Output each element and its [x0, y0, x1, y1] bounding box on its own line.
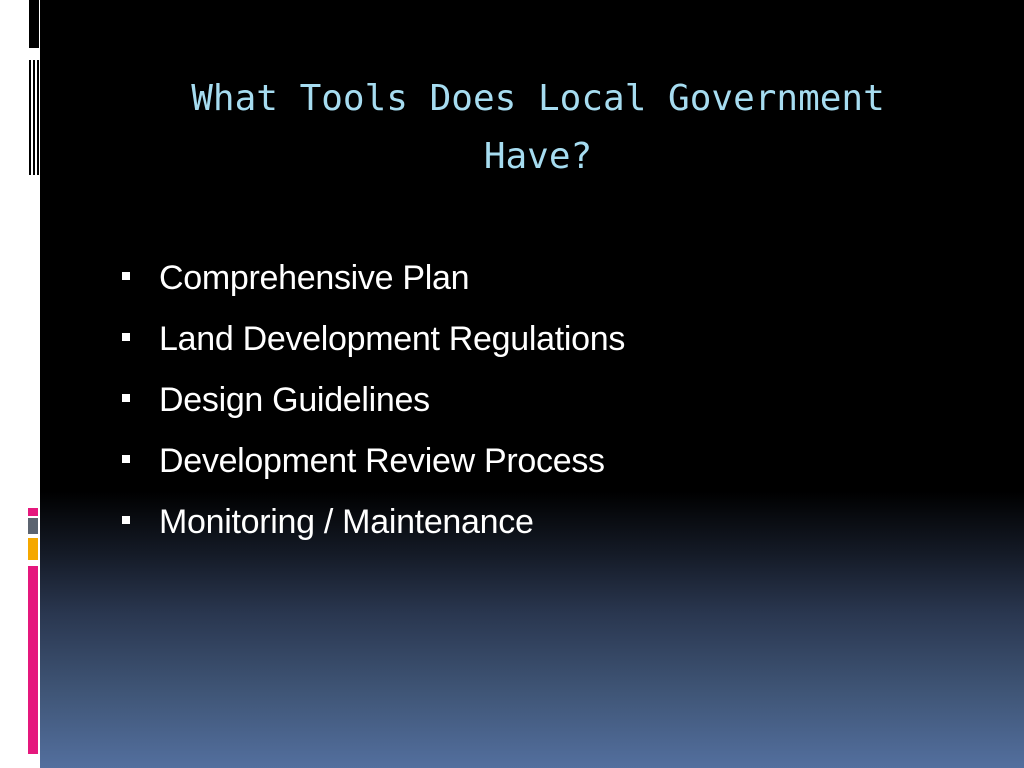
bullet-text: Monitoring / Maintenance	[159, 503, 534, 541]
bullet-text: Design Guidelines	[159, 381, 430, 419]
square-bullet-icon	[122, 454, 130, 463]
square-bullet-icon	[122, 393, 130, 402]
decorative-bar	[33, 60, 35, 175]
decorative-bar-magenta	[28, 508, 38, 516]
bullet-item: Land Development Regulations	[122, 309, 625, 370]
decorative-bar	[29, 0, 39, 48]
decorative-bar-gray	[28, 518, 38, 534]
square-bullet-icon	[122, 515, 130, 524]
square-bullet-icon	[122, 332, 130, 341]
bullet-item: Design Guidelines	[122, 370, 625, 431]
bullet-text: Development Review Process	[159, 442, 605, 480]
left-decorative-strip	[0, 0, 40, 768]
bullet-item: Monitoring / Maintenance	[122, 492, 625, 553]
bullet-item: Comprehensive Plan	[122, 248, 625, 309]
bullet-item: Development Review Process	[122, 431, 625, 492]
slide-title: What Tools Does Local Government Have?	[191, 78, 885, 177]
decorative-bar	[37, 60, 39, 175]
slide: What Tools Does Local Government Have? C…	[0, 0, 1024, 768]
decorative-bar-orange	[28, 538, 38, 560]
bullet-text: Comprehensive Plan	[159, 259, 470, 297]
decorative-bar-magenta	[28, 566, 38, 754]
square-bullet-icon	[122, 271, 130, 280]
bullet-text: Land Development Regulations	[159, 320, 626, 358]
decorative-bar	[29, 60, 31, 175]
bullet-list: Comprehensive Plan Land Development Regu…	[122, 248, 625, 553]
